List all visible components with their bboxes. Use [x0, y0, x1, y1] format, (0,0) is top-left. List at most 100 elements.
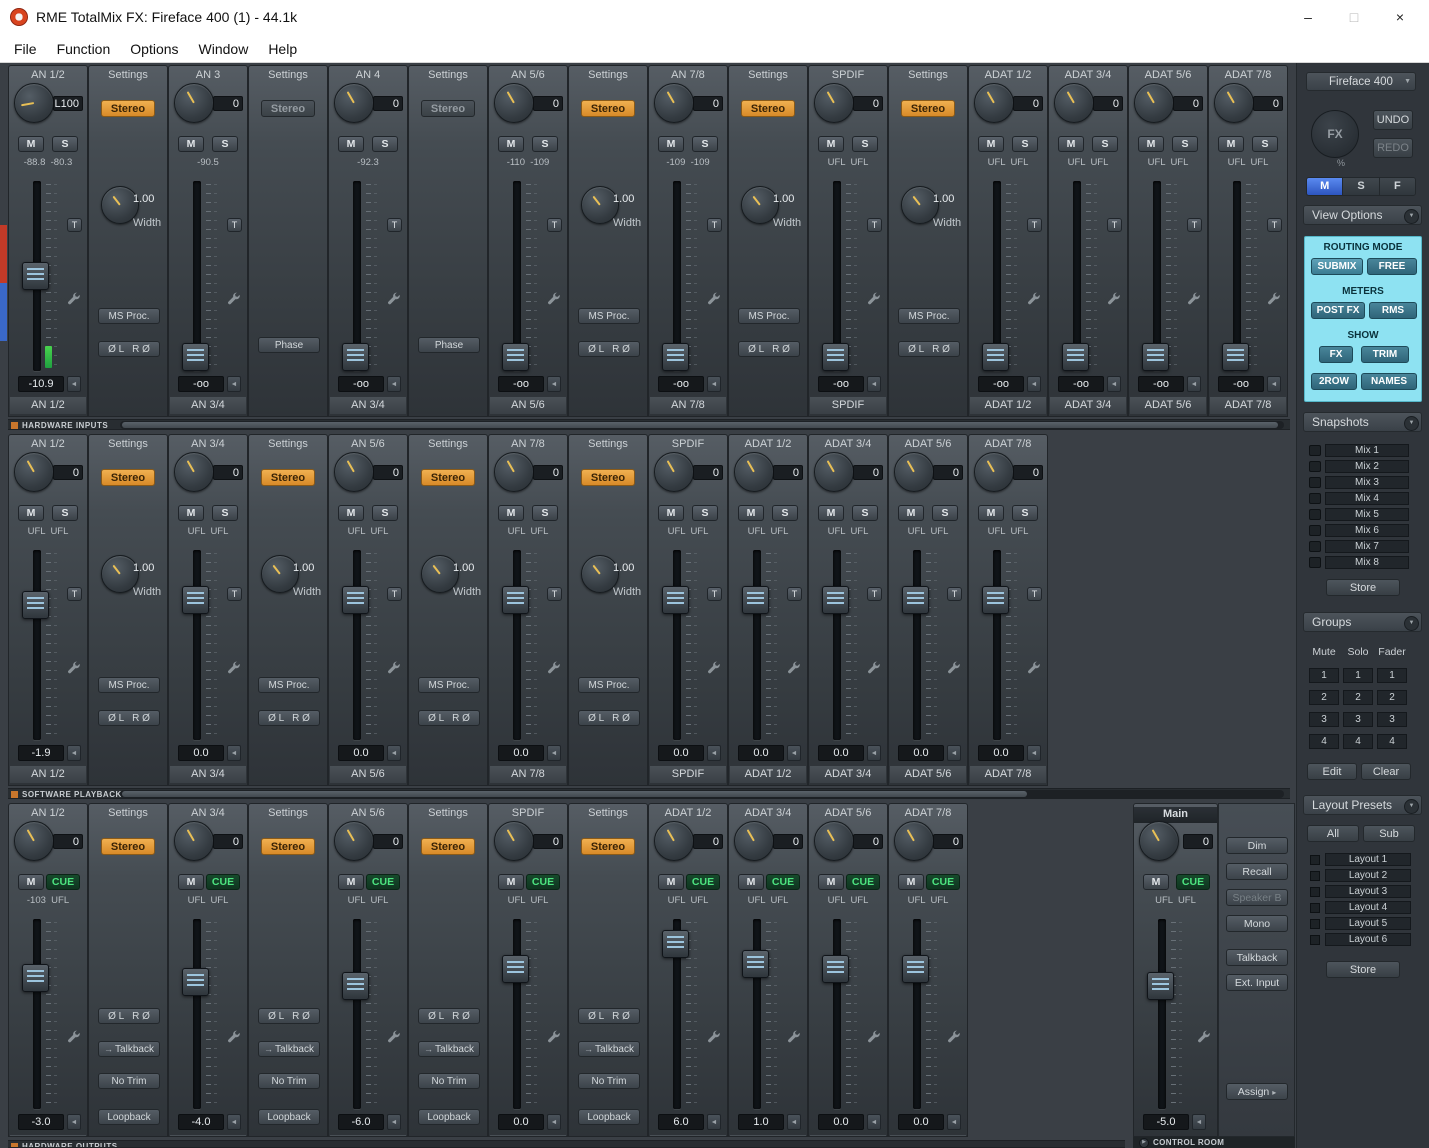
trim-gain-button[interactable]: T — [1187, 218, 1202, 232]
gain-knob[interactable] — [14, 83, 54, 123]
fader-track[interactable] — [913, 919, 921, 1109]
fader-handle[interactable] — [22, 964, 49, 992]
mute-button[interactable]: M — [178, 505, 204, 521]
solo-button[interactable]: S — [692, 136, 718, 152]
fader-track[interactable] — [353, 919, 361, 1109]
gain-knob[interactable] — [654, 452, 694, 492]
gain-knob[interactable] — [174, 821, 214, 861]
channel-tools-icon[interactable] — [706, 1029, 723, 1046]
fader-handle[interactable] — [182, 343, 209, 371]
phase-lr-button[interactable]: Ø L R Ø — [418, 710, 480, 726]
cue-button[interactable]: CUE — [846, 874, 880, 890]
phase-lr-button[interactable]: Ø L R Ø — [898, 341, 960, 357]
ms-proc-button[interactable]: MS Proc. — [738, 308, 800, 324]
fader-handle[interactable] — [822, 586, 849, 614]
ms-proc-button[interactable]: MS Proc. — [418, 677, 480, 693]
phase-lr-button[interactable]: Ø L R Ø — [98, 710, 160, 726]
no-trim-button[interactable]: No Trim — [578, 1073, 640, 1089]
group-cell[interactable]: 1 — [1377, 668, 1407, 683]
collapse-strip-button[interactable]: ◄ — [67, 376, 81, 392]
solo-button[interactable]: S — [852, 505, 878, 521]
scrollbar-thumb[interactable] — [122, 422, 1278, 428]
layout-item[interactable]: Layout 3 — [1325, 885, 1411, 898]
solo-button[interactable]: S — [852, 136, 878, 152]
fader-track[interactable] — [33, 919, 41, 1109]
layout-checkbox[interactable] — [1310, 871, 1320, 881]
mute-button[interactable]: M — [1058, 136, 1084, 152]
channel-tools-icon[interactable] — [706, 660, 723, 677]
fader-track[interactable] — [673, 550, 681, 740]
free-mode-button[interactable]: FREE — [1367, 258, 1417, 275]
fader-track[interactable] — [193, 550, 201, 740]
solo-button[interactable]: S — [692, 505, 718, 521]
maximize-button[interactable]: □ — [1331, 0, 1377, 35]
no-trim-button[interactable]: No Trim — [418, 1073, 480, 1089]
solo-button[interactable]: S — [52, 505, 78, 521]
gain-knob[interactable] — [894, 452, 934, 492]
channel-tools-icon[interactable] — [66, 291, 83, 308]
mute-button[interactable]: M — [978, 136, 1004, 152]
phase-button[interactable]: Phase — [418, 337, 480, 353]
gain-knob[interactable] — [14, 452, 54, 492]
channel-tools-icon[interactable] — [226, 291, 243, 308]
gain-knob[interactable] — [894, 821, 934, 861]
scrollbar-thumb[interactable] — [122, 791, 1027, 797]
collapse-strip-button[interactable]: ◄ — [1187, 376, 1201, 392]
fader-handle[interactable] — [182, 586, 209, 614]
panel-arrow-icon[interactable]: ▼ — [1404, 799, 1419, 814]
assign-button[interactable]: Assign▸ — [1226, 1083, 1288, 1100]
rms-button[interactable]: RMS — [1369, 302, 1417, 319]
gain-knob[interactable] — [1139, 821, 1179, 861]
fader-handle[interactable] — [502, 343, 529, 371]
fader-handle[interactable] — [342, 586, 369, 614]
gain-knob[interactable] — [814, 83, 854, 123]
trim-gain-button[interactable]: T — [67, 218, 82, 232]
collapse-strip-button[interactable]: ◄ — [547, 1114, 561, 1130]
collapse-strip-button[interactable]: ◄ — [787, 745, 801, 761]
snapshot-select-button[interactable] — [1309, 541, 1321, 552]
fader-handle[interactable] — [182, 968, 209, 996]
trim-gain-button[interactable]: T — [707, 587, 722, 601]
trim-gain-button[interactable]: T — [947, 587, 962, 601]
fader-handle[interactable] — [342, 972, 369, 1000]
stereo-button[interactable]: Stereo — [581, 100, 635, 117]
trim-gain-button[interactable]: T — [387, 587, 402, 601]
trim-gain-button[interactable]: T — [1027, 587, 1042, 601]
phase-lr-button[interactable]: Ø L R Ø — [98, 1008, 160, 1024]
stereo-button[interactable]: Stereo — [261, 469, 315, 486]
fader-handle[interactable] — [342, 343, 369, 371]
show-fx-button[interactable]: FX — [1319, 346, 1353, 363]
trim-gain-button[interactable]: T — [67, 587, 82, 601]
gain-knob[interactable] — [734, 452, 774, 492]
gain-knob[interactable] — [1054, 83, 1094, 123]
channel-tools-icon[interactable] — [1026, 660, 1043, 677]
trim-gain-button[interactable]: T — [707, 218, 722, 232]
gain-knob[interactable] — [1134, 83, 1174, 123]
loopback-button[interactable]: Loopback — [418, 1109, 480, 1125]
trim-gain-button[interactable]: T — [1107, 218, 1122, 232]
solo-button[interactable]: S — [932, 505, 958, 521]
ms-proc-button[interactable]: MS Proc. — [578, 308, 640, 324]
gain-knob[interactable] — [334, 83, 374, 123]
channel-tools-icon[interactable] — [66, 660, 83, 677]
snapshot-item[interactable]: Mix 2 — [1325, 460, 1409, 473]
trim-gain-button[interactable]: T — [1267, 218, 1282, 232]
group-cell[interactable]: 1 — [1309, 668, 1339, 683]
layout-checkbox[interactable] — [1310, 887, 1320, 897]
group-cell[interactable]: 4 — [1377, 734, 1407, 749]
phase-button[interactable]: Phase — [258, 337, 320, 353]
channel-tools-icon[interactable] — [1196, 1029, 1213, 1046]
horizontal-scrollbar[interactable] — [120, 421, 1284, 429]
trim-gain-button[interactable]: T — [227, 587, 242, 601]
panel-arrow-icon[interactable]: ▼ — [1404, 416, 1419, 431]
global-mute-button[interactable]: M — [1307, 178, 1343, 195]
channel-tools-icon[interactable] — [1266, 291, 1283, 308]
collapse-strip-button[interactable]: ◄ — [227, 1114, 241, 1130]
cue-button[interactable]: CUE — [1176, 874, 1210, 890]
submix-mode-button[interactable]: SUBMIX — [1311, 258, 1363, 275]
phase-lr-button[interactable]: Ø L R Ø — [98, 341, 160, 357]
channel-tools-icon[interactable] — [66, 1029, 83, 1046]
group-clear-button[interactable]: Clear — [1361, 763, 1411, 780]
channel-tools-icon[interactable] — [546, 660, 563, 677]
mute-button[interactable]: M — [658, 874, 684, 890]
